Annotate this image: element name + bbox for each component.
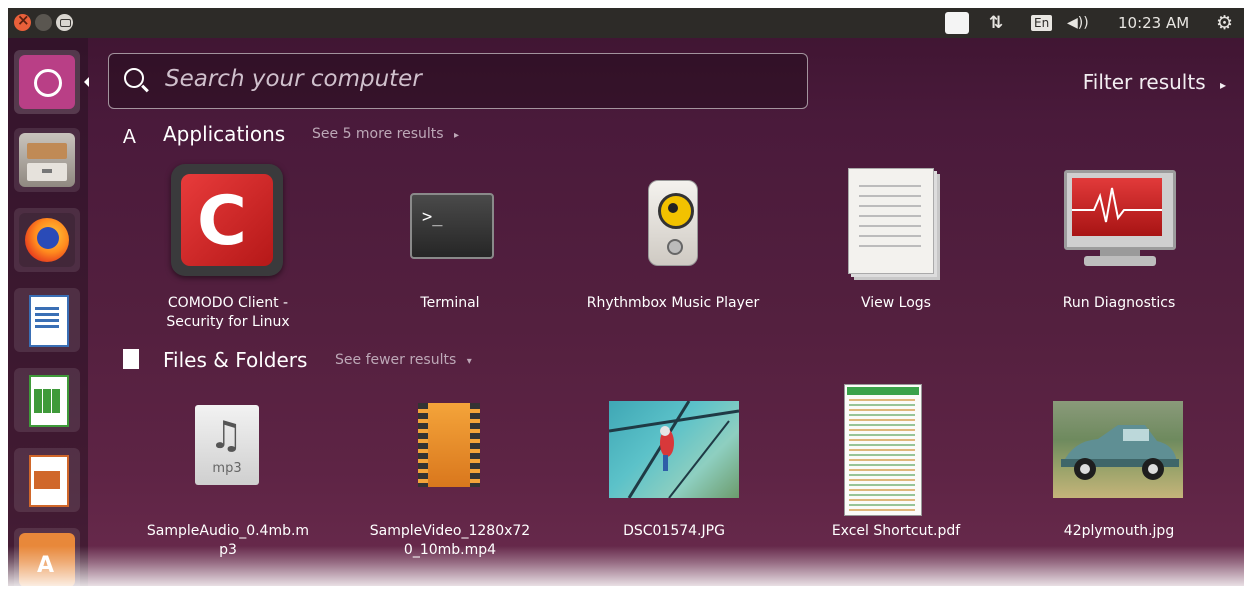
monitor-pulse-icon	[1064, 170, 1176, 250]
mp3-badge-label: mp3	[212, 461, 242, 476]
launcher-calc[interactable]	[14, 368, 80, 432]
maximize-window-button[interactable]	[56, 14, 73, 31]
file-label: Excel Shortcut.pdf	[831, 523, 961, 539]
see-more-results-label: See 5 more results	[312, 126, 444, 142]
ubuntu-logo-icon	[19, 55, 75, 109]
see-fewer-results-label: See fewer results	[335, 352, 457, 368]
libreoffice-calc-icon	[19, 373, 75, 427]
blank-indicator-icon[interactable]	[945, 8, 969, 38]
close-window-button[interactable]	[14, 11, 31, 31]
clock[interactable]: 10:23 AM	[1118, 8, 1189, 38]
see-fewer-results-link[interactable]: See fewer results ▾	[335, 352, 472, 368]
parrot-photo-thumbnail	[608, 400, 740, 499]
chevron-right-icon: ▸	[454, 130, 460, 141]
launcher: A	[8, 38, 89, 586]
search-icon-handle	[141, 84, 149, 93]
applications-category-icon: Ａ	[120, 126, 140, 148]
filter-results-button[interactable]: Filter results ▸	[1083, 70, 1226, 94]
torn-edge-overlay	[8, 546, 1244, 586]
search-placeholder: Search your computer	[165, 66, 422, 92]
clock-label: 10:23 AM	[1118, 14, 1190, 32]
app-label: COMODO Client - Security for Linux	[166, 295, 290, 330]
chevron-right-icon: ▸	[1219, 78, 1226, 92]
mp3-file-icon: ♫ mp3	[195, 405, 259, 485]
launcher-writer[interactable]	[14, 288, 80, 352]
minimize-window-button[interactable]	[35, 14, 52, 31]
video-file-icon	[418, 403, 480, 487]
app-label: View Logs	[861, 295, 931, 311]
firefox-icon	[19, 213, 75, 267]
filter-results-label: Filter results	[1082, 70, 1206, 94]
dash-home-button[interactable]	[14, 50, 80, 114]
file-cabinet-icon	[19, 133, 75, 187]
log-document-icon	[848, 168, 934, 274]
power-gear-icon[interactable]: ⚙	[1216, 8, 1233, 38]
chevron-down-icon: ▾	[466, 356, 472, 367]
network-icon[interactable]: ⇅	[989, 8, 1003, 38]
launcher-files[interactable]	[14, 128, 80, 192]
files-title: Files & Folders	[163, 348, 308, 372]
keyboard-layout-label: En	[1031, 15, 1053, 31]
launcher-firefox[interactable]	[14, 208, 80, 272]
keyboard-layout-indicator[interactable]: En	[1031, 8, 1053, 38]
app-label: Terminal	[420, 295, 480, 311]
monitor-base-icon	[1084, 256, 1156, 266]
comodo-icon: C	[171, 164, 283, 276]
libreoffice-impress-icon	[19, 453, 75, 507]
libreoffice-writer-icon	[19, 293, 75, 347]
document-category-icon	[123, 349, 139, 369]
launcher-active-arrow-icon	[84, 77, 89, 87]
monitor-stand-icon	[1100, 248, 1140, 256]
car-photo-thumbnail	[1053, 401, 1183, 498]
app-label: Run Diagnostics	[1062, 295, 1176, 311]
see-more-results-link[interactable]: See 5 more results ▸	[312, 126, 459, 142]
file-label: DSC01574.JPG	[623, 523, 725, 539]
terminal-icon: >_	[410, 193, 494, 259]
launcher-impress[interactable]	[14, 448, 80, 512]
app-label: Rhythmbox Music Player	[586, 295, 760, 311]
search-input[interactable]: Search your computer	[108, 53, 808, 109]
volume-icon[interactable]: ◀))	[1067, 8, 1089, 38]
unity-dash: ⇅ En ◀)) 10:23 AM ⚙	[8, 8, 1244, 586]
top-panel: ⇅ En ◀)) 10:23 AM ⚙	[8, 8, 1244, 38]
applications-title: Applications	[163, 122, 286, 146]
pdf-thumbnail	[844, 384, 922, 516]
speaker-icon	[648, 180, 698, 266]
file-label: 42plymouth.jpg	[1063, 523, 1175, 539]
